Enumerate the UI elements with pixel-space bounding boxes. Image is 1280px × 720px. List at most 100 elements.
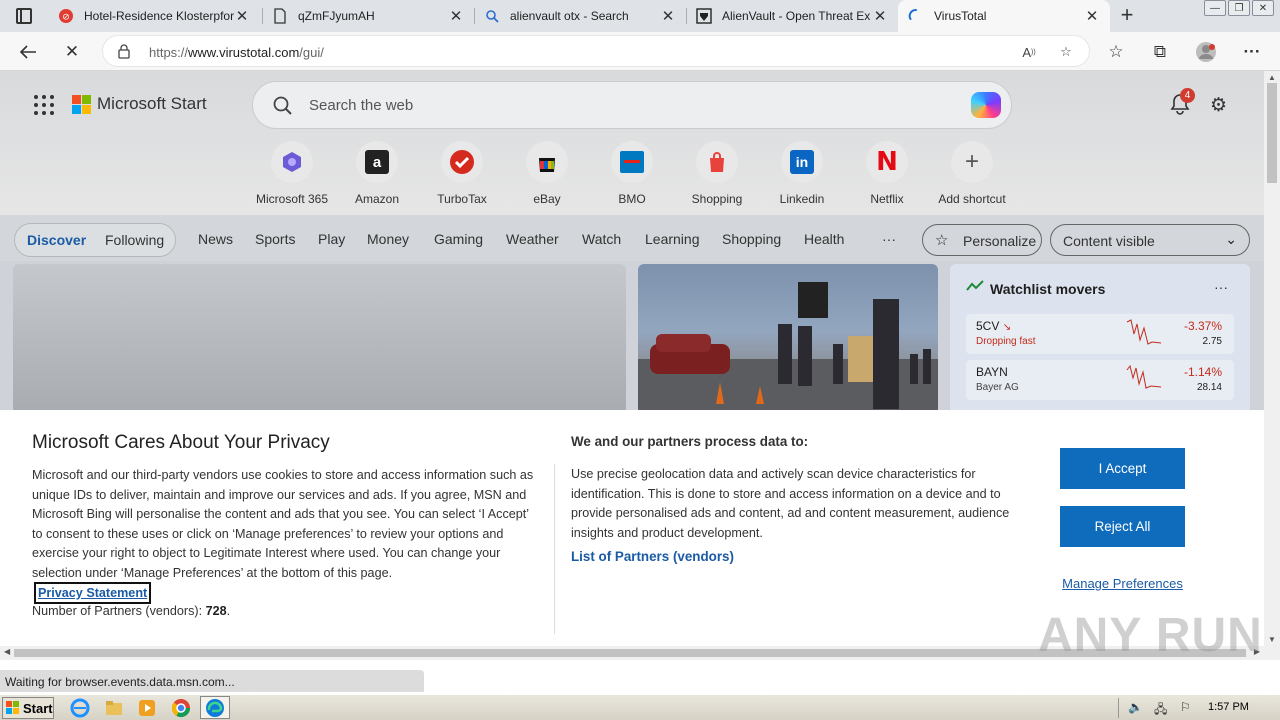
minimize-icon[interactable]: — xyxy=(1204,0,1226,16)
manage-preferences-link[interactable]: Manage Preferences xyxy=(1060,576,1185,591)
edge-taskbar-button[interactable] xyxy=(200,696,230,719)
partners-list-link[interactable]: List of Partners (vendors) xyxy=(571,549,734,564)
new-tab-button[interactable]: + xyxy=(1116,4,1138,26)
category-shopping[interactable]: Shopping xyxy=(722,231,781,247)
category-money[interactable]: Money xyxy=(367,231,409,247)
chrome-icon[interactable] xyxy=(171,698,191,718)
stock-price: 2.75 xyxy=(1202,336,1222,347)
window-close-icon[interactable]: ✕ xyxy=(1252,0,1274,16)
stock-row[interactable]: BAYN Bayer AG -1.14% 28.14 xyxy=(966,360,1234,400)
more-categories-icon[interactable]: ··· xyxy=(882,231,896,247)
file-explorer-icon[interactable] xyxy=(104,698,124,718)
shortcut-ebay[interactable]: eBay xyxy=(505,141,589,206)
internet-explorer-icon[interactable] xyxy=(70,698,90,718)
category-sports[interactable]: Sports xyxy=(255,231,295,247)
hero-news-card[interactable] xyxy=(13,264,626,414)
partners-count: Number of Partners (vendors): 728. xyxy=(32,604,231,618)
stock-sparkline xyxy=(1126,319,1162,345)
ebay-icon xyxy=(526,141,568,183)
web-search-box[interactable]: Search the web xyxy=(252,81,1012,129)
scroll-left-icon[interactable]: ◀ xyxy=(4,647,10,656)
shortcut-label: TurboTax xyxy=(437,192,487,206)
edge-icon xyxy=(206,699,224,717)
scroll-up-icon[interactable]: ▲ xyxy=(1268,73,1276,82)
scroll-thumb[interactable] xyxy=(1267,83,1277,183)
site-favicon-icon: ⊘ xyxy=(58,8,74,24)
collections-icon[interactable]: ⧉ xyxy=(1148,40,1172,64)
shortcut-label: BMO xyxy=(618,192,646,206)
shortcut-bmo[interactable]: BMO xyxy=(590,141,674,206)
back-arrow-icon[interactable] xyxy=(16,40,40,64)
profile-avatar[interactable] xyxy=(1194,40,1218,64)
add-favorite-icon[interactable]: ☆ xyxy=(1056,42,1076,62)
settings-gear-icon[interactable]: ⚙ xyxy=(1210,94,1227,117)
network-icon[interactable]: 🖧 xyxy=(1154,700,1170,716)
stock-symbol: 5CV ↘ xyxy=(976,319,1012,333)
accept-button[interactable]: I Accept xyxy=(1060,448,1185,489)
app-launcher-icon[interactable] xyxy=(34,95,54,115)
anyrun-watermark: ANY RUN xyxy=(1038,609,1263,662)
reject-all-button[interactable]: Reject All xyxy=(1060,506,1185,547)
tab-virustotal[interactable]: VirusTotal ✕ xyxy=(898,0,1110,32)
shortcut-label: Netflix xyxy=(870,192,904,206)
tab-actions-icon[interactable] xyxy=(16,8,32,24)
tab-qzmfjyumah[interactable]: qZmFJyumAH ✕ xyxy=(262,0,474,32)
shortcut-netflix[interactable]: N Netflix xyxy=(845,141,929,206)
close-icon[interactable]: ✕ xyxy=(872,7,888,25)
start-button[interactable]: Start xyxy=(2,697,54,719)
category-health[interactable]: Health xyxy=(804,231,844,247)
read-aloud-icon[interactable]: A)) xyxy=(1019,42,1039,62)
media-player-icon[interactable] xyxy=(137,698,157,718)
favorites-icon[interactable]: ☆ xyxy=(1104,40,1128,64)
speaker-icon[interactable]: 🔈 xyxy=(1128,700,1144,716)
shortcut-add[interactable]: + Add shortcut xyxy=(930,141,1014,206)
tab-discover[interactable]: Discover xyxy=(27,232,86,248)
vertical-scrollbar[interactable]: ▲ ▼ xyxy=(1264,71,1280,646)
shortcut-amazon[interactable]: a Amazon xyxy=(335,141,419,206)
shortcut-linkedin[interactable]: in Linkedin xyxy=(760,141,844,206)
alienvault-icon xyxy=(696,8,712,24)
scroll-down-icon[interactable]: ▼ xyxy=(1268,635,1276,644)
category-learning[interactable]: Learning xyxy=(645,231,700,247)
stop-loading-icon[interactable]: ✕ xyxy=(60,40,84,64)
protest-photo xyxy=(638,282,938,414)
trend-icon xyxy=(966,280,984,295)
restore-icon[interactable]: ❐ xyxy=(1228,0,1250,16)
news-image-card[interactable] xyxy=(638,264,938,414)
stock-row[interactable]: 5CV ↘ Dropping fast -3.37% 2.75 xyxy=(966,314,1234,354)
category-weather[interactable]: Weather xyxy=(506,231,559,247)
more-options-icon[interactable]: ··· xyxy=(1214,279,1228,295)
category-news[interactable]: News xyxy=(198,231,233,247)
scrollbar-corner xyxy=(1264,646,1280,660)
svg-text:⊘: ⊘ xyxy=(62,13,70,23)
feed-switcher: Discover Following xyxy=(14,223,176,257)
shortcut-shopping[interactable]: Shopping xyxy=(675,141,759,206)
stock-change: -1.14% xyxy=(1183,365,1222,379)
more-menu-icon[interactable]: ··· xyxy=(1240,40,1264,64)
category-gaming[interactable]: Gaming xyxy=(434,231,483,247)
shortcut-microsoft-365[interactable]: Microsoft 365 xyxy=(250,141,334,206)
close-icon[interactable]: ✕ xyxy=(234,7,250,25)
content-visibility-dropdown[interactable]: Content visible ⌄ xyxy=(1050,224,1250,256)
tab-hotel-residence[interactable]: ⊘ Hotel-Residence Klosterpfor ✕ xyxy=(48,0,260,32)
tab-alienvault-search[interactable]: alienvault otx - Search ✕ xyxy=(474,0,686,32)
category-play[interactable]: Play xyxy=(318,231,345,247)
close-icon[interactable]: ✕ xyxy=(448,7,464,25)
personalize-button[interactable]: ☆ Personalize xyxy=(922,224,1042,256)
privacy-statement-link[interactable]: Privacy Statement xyxy=(34,582,152,604)
loading-spinner-icon xyxy=(908,8,924,24)
address-bar[interactable]: https://www.virustotal.com/gui/ A)) ☆ xyxy=(102,35,1090,67)
tab-following[interactable]: Following xyxy=(105,232,164,248)
flag-icon[interactable]: ⚐ xyxy=(1180,700,1196,716)
close-icon[interactable]: ✕ xyxy=(1084,7,1100,25)
search-icon xyxy=(484,8,500,24)
windows-taskbar: Start 🔈 🖧 ⚐ 1:57 PM xyxy=(0,694,1280,720)
close-icon[interactable]: ✕ xyxy=(660,7,676,25)
stock-symbol: BAYN xyxy=(976,365,1008,379)
category-watch[interactable]: Watch xyxy=(582,231,621,247)
tab-alienvault-otx[interactable]: AlienVault - Open Threat Ex ✕ xyxy=(686,0,898,32)
lock-icon[interactable] xyxy=(118,44,130,62)
copilot-icon[interactable] xyxy=(971,92,1001,118)
shortcut-turbotax[interactable]: TurboTax xyxy=(420,141,504,206)
divider xyxy=(554,464,555,634)
